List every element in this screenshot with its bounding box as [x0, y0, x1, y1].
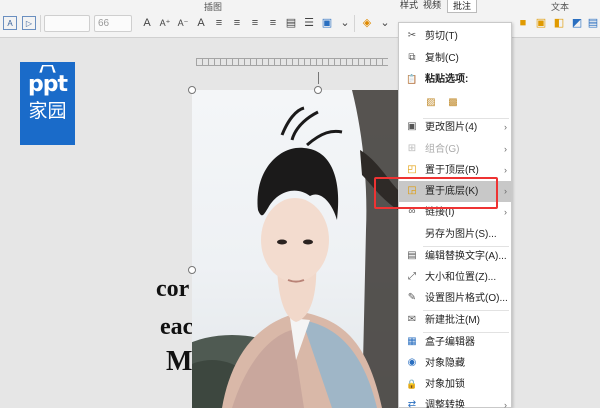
menu-item-cut[interactable]: ✂ 剪切(T): [399, 26, 511, 47]
shape-style-icon[interactable]: ▤: [586, 16, 600, 30]
logo-text-top: ppt: [27, 72, 68, 97]
copy-icon: ⧉: [408, 52, 416, 63]
convert-icon: ⇄: [407, 399, 417, 408]
tab-video[interactable]: 视频: [423, 0, 441, 11]
align-center-icon[interactable]: ≡: [230, 16, 244, 30]
menu-item-format-picture[interactable]: ✎ 设置图片格式(O)...: [399, 288, 511, 309]
menu-item-copy[interactable]: ⧉ 复制(C): [399, 48, 511, 69]
chevron-down-icon[interactable]: ⌄: [378, 16, 392, 30]
font-color-icon[interactable]: A: [140, 16, 154, 30]
shape-style-icon[interactable]: ◧: [552, 16, 566, 30]
chevron-right-icon: ›: [504, 144, 507, 154]
box-editor-icon: ▦: [407, 336, 417, 347]
rotate-connector: [318, 72, 319, 84]
bring-front-icon: ◰: [407, 164, 417, 175]
justify-icon[interactable]: ≡: [266, 16, 280, 30]
resize-handle[interactable]: [188, 266, 196, 274]
chevron-right-icon: ›: [504, 165, 507, 175]
menu-item-adjust-convert[interactable]: ⇄ 调整转换 ›: [399, 395, 511, 408]
paste-icon: 📋: [406, 74, 418, 84]
slide-text-line: eac: [160, 314, 194, 340]
fill-color-icon[interactable]: ◈: [360, 16, 374, 30]
horizontal-ruler: [196, 58, 388, 66]
chevron-right-icon: ›: [504, 207, 507, 217]
font-name-field[interactable]: [44, 15, 90, 32]
logo-text-bottom: 家园: [28, 101, 67, 122]
slide-text-line: M: [166, 346, 193, 377]
shape-style-icon[interactable]: ■: [516, 16, 530, 30]
distribute-icon[interactable]: ▤: [284, 16, 298, 30]
text-box-icon[interactable]: ▣: [320, 16, 334, 30]
divider: [354, 15, 355, 32]
scissors-icon: ✂: [407, 30, 417, 41]
highlight-annotation-box: [374, 177, 498, 209]
format-picture-icon: ✎: [407, 292, 417, 303]
selected-photo[interactable]: [192, 90, 398, 408]
textbox-icon[interactable]: A: [3, 16, 17, 30]
menu-item-edit-alt-text[interactable]: ▤ 编辑替换文字(A)...: [399, 246, 511, 267]
resize-handle[interactable]: [314, 86, 322, 94]
slide-text-line: cor: [156, 276, 190, 302]
eye-hide-icon: ◉: [407, 357, 417, 368]
chevron-right-icon: ›: [504, 186, 507, 196]
paste-as-picture-icon[interactable]: ▩: [447, 97, 459, 109]
change-picture-icon: ▣: [407, 121, 417, 132]
menu-item-change-picture[interactable]: ▣ 更改图片(4) ›: [399, 117, 511, 138]
lock-icon: 🔒: [406, 379, 418, 389]
paste-option-buttons: ▨ ▩: [399, 91, 511, 115]
divider: [40, 15, 41, 32]
menu-item-group: ⊞ 组合(G) ›: [399, 139, 511, 160]
comment-icon: ✉: [407, 314, 417, 325]
chevron-right-icon: ›: [504, 122, 507, 132]
grow-font-icon[interactable]: A⁺: [158, 16, 172, 30]
shrink-font-icon[interactable]: A⁻: [176, 16, 190, 30]
shape-style-icon[interactable]: ◩: [570, 16, 584, 30]
menu-item-save-as-picture[interactable]: 另存为图片(S)...: [399, 224, 511, 245]
menu-item-lock-object[interactable]: 🔒 对象加锁: [399, 374, 511, 395]
font-size-field[interactable]: 66: [94, 15, 132, 32]
menu-item-paste-options: 📋 粘贴选项:: [406, 74, 469, 85]
roof-icon: [39, 65, 56, 73]
chevron-right-icon: ›: [504, 400, 507, 408]
shape-style-icon[interactable]: ▣: [534, 16, 548, 30]
paste-keep-format-icon[interactable]: ▨: [425, 97, 437, 109]
line-spacing-icon[interactable]: ☰: [302, 16, 316, 30]
ppt-home-logo: ppt 家园: [20, 62, 75, 145]
menu-item-new-comment[interactable]: ✉ 新建批注(M): [399, 310, 511, 331]
portrait-illustration: [192, 90, 398, 408]
clear-format-icon[interactable]: A: [194, 16, 208, 30]
resize-handle[interactable]: [188, 86, 196, 94]
menu-item-size-position[interactable]: ⤢ 大小和位置(Z)...: [399, 267, 511, 288]
menu-item-box-editor[interactable]: ▦ 盒子编辑器: [399, 332, 511, 353]
align-left-icon[interactable]: ≡: [212, 16, 226, 30]
media-icon[interactable]: ▷: [22, 16, 36, 30]
size-position-icon: ⤢: [408, 271, 416, 282]
tab-style[interactable]: 样式: [400, 0, 418, 11]
alt-text-icon: ▤: [407, 250, 417, 261]
align-right-icon[interactable]: ≡: [248, 16, 262, 30]
context-menu: ✂ 剪切(T) ⧉ 复制(C) 📋 粘贴选项: ▨ ▩ ▣ 更改图片(4) › ⊞ 组合(G…: [398, 22, 512, 408]
group-icon: ⊞: [407, 143, 417, 154]
arrange-icon[interactable]: ⌄: [338, 16, 352, 30]
menu-item-hide-object[interactable]: ◉ 对象隐藏: [399, 353, 511, 374]
